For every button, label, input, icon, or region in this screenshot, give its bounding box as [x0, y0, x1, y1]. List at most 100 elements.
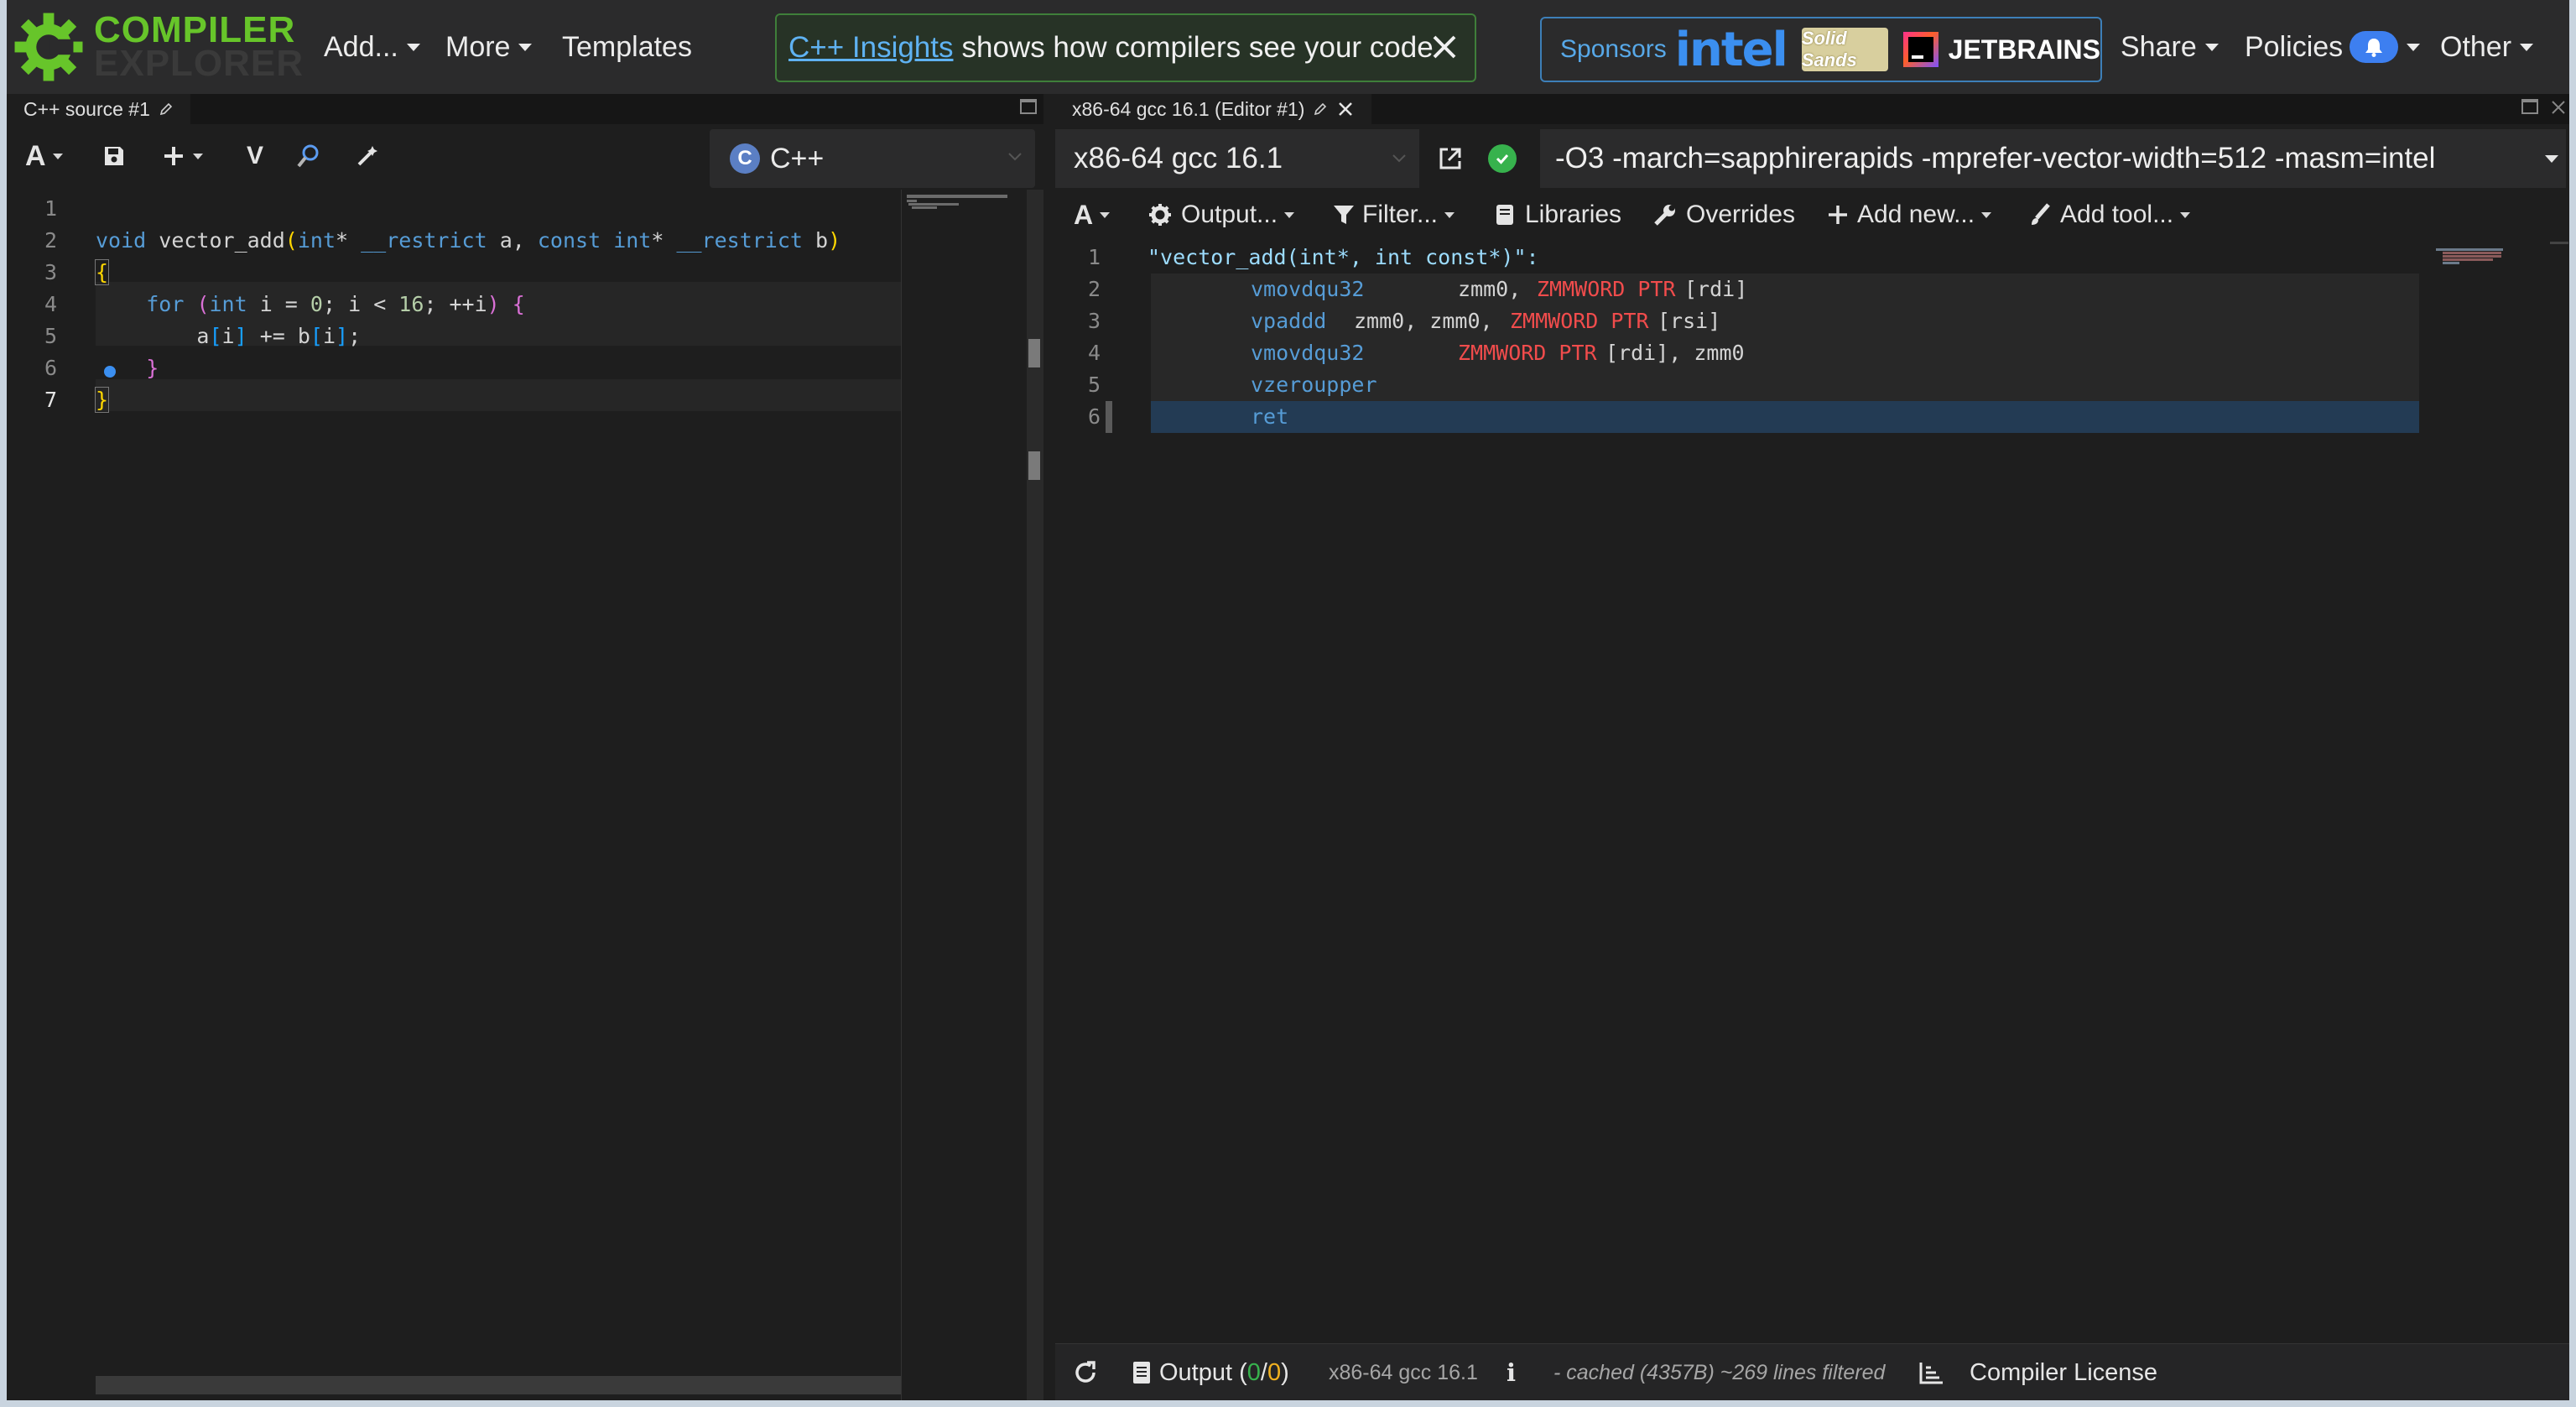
code-line-5: a[i] += b[i]; [96, 324, 362, 348]
sponsors-label: Sponsors [1560, 35, 1667, 63]
filter-icon [1334, 206, 1354, 224]
maximize-icon[interactable] [1020, 99, 1037, 114]
line-highlight [1151, 305, 2419, 337]
code-line-4: for (int i = 0; i < 16; ++i) { [146, 292, 525, 316]
assembly-vertical-scrollbar[interactable] [2550, 242, 2568, 1332]
assembly-output[interactable]: 1 2 3 4 5 6 "vector_add(int*, int const*… [1055, 242, 2569, 1332]
add-new-label: Add new... [1857, 201, 1975, 228]
other-menu[interactable]: Other [2440, 0, 2534, 94]
compiler-tab[interactable]: x86-64 gcc 16.1 (Editor #1) [1055, 94, 1372, 124]
chevron-down-icon [2545, 154, 2558, 163]
close-icon[interactable] [1336, 100, 1355, 118]
asm-instruction: vpaddd [1251, 309, 1327, 333]
font-a-icon: A [1074, 199, 1094, 230]
plus-icon [1829, 206, 1847, 224]
asm-line-number: 5 [1087, 373, 1101, 397]
compile-stats-button[interactable] [1919, 1344, 1944, 1400]
asm-instruction: vzeroupper [1251, 373, 1377, 397]
filter-button[interactable]: Filter... [1332, 188, 1455, 242]
chevron-down-icon [1392, 154, 1406, 163]
code-line-7: } [94, 387, 110, 413]
line-number: 6 [44, 356, 57, 380]
chevron-down-icon [2520, 43, 2534, 51]
recompile-button[interactable] [1072, 1344, 1099, 1400]
add-new-button[interactable]: Add new... [1827, 188, 1992, 242]
language-select[interactable]: C C++ [710, 129, 1035, 188]
vim-mode-button[interactable]: V [247, 124, 263, 188]
maximize-icon[interactable] [2521, 99, 2538, 114]
asm-operand: [rsi] [1657, 309, 1721, 333]
compiler-license-link[interactable]: Compiler License [1970, 1344, 2157, 1400]
assembly-minimap[interactable] [2419, 242, 2545, 1332]
add-tool-label: Add tool... [2060, 201, 2174, 228]
compiler-flags-input[interactable]: -O3 -march=sapphirerapids -mprefer-vecto… [1540, 129, 2542, 188]
policies-menu-label: Policies [2245, 30, 2344, 63]
overrides-button[interactable]: Overrides [1652, 188, 1795, 242]
output-error-count: 0 [1267, 1358, 1282, 1386]
more-menu[interactable]: More [445, 0, 533, 94]
chart-bar-icon [1919, 1363, 1943, 1384]
sponsors-box[interactable]: Sponsors intel Solid Sands JETBRAINS [1540, 17, 2102, 82]
app-window: COMPILER EXPLORER Add... More Templates … [7, 0, 2569, 1400]
close-pane-icon[interactable] [2550, 99, 2567, 116]
output-pane-button[interactable]: Output (0/0) [1132, 1344, 1289, 1400]
libraries-button[interactable]: Libraries [1495, 188, 1621, 242]
save-icon [105, 147, 123, 165]
output-close-paren: ) [1281, 1358, 1289, 1386]
intel-logo[interactable]: intel [1675, 23, 1788, 77]
pencil-icon[interactable] [1313, 102, 1328, 117]
top-navbar: COMPILER EXPLORER Add... More Templates … [7, 0, 2569, 94]
close-icon[interactable] [1426, 29, 1463, 65]
flags-dropdown-button[interactable] [2537, 129, 2566, 188]
font-size-button[interactable]: A [25, 124, 63, 188]
compiler-explorer-logo[interactable]: COMPILER EXPLORER [10, 8, 304, 86]
overrides-label: Overrides [1686, 201, 1796, 228]
asm-operand: zmm0, [1458, 277, 1522, 301]
policies-menu[interactable]: Policies [2245, 0, 2421, 94]
insights-link[interactable]: C++ Insights [788, 31, 954, 65]
templates-label: Templates [562, 30, 692, 63]
document-icon [1133, 1362, 1150, 1384]
solid-sands-logo[interactable]: Solid Sands [1801, 28, 1888, 71]
share-menu[interactable]: Share [2121, 0, 2219, 94]
asm-operand: [rdi] [1684, 277, 1748, 301]
asm-operand: [rdi], zmm0 [1605, 341, 1745, 365]
add-menu[interactable]: Add... [324, 0, 420, 94]
line-number: 7 [44, 388, 57, 412]
chevron-down-icon [193, 153, 203, 159]
panel-splitter[interactable] [1043, 94, 1055, 1400]
font-size-button[interactable]: A [1074, 188, 1111, 242]
search-button[interactable] [294, 124, 324, 188]
jetbrains-logo[interactable]: JETBRAINS [1902, 32, 2100, 67]
logo-text-line1: COMPILER [94, 9, 296, 50]
info-icon[interactable]: i [1507, 1344, 1516, 1400]
chevron-down-icon [518, 43, 533, 51]
source-code-editor[interactable]: 1 2 3 4 5 6 7 void vector_add(int* __res… [7, 190, 901, 1400]
asm-operand-ptr: ZMMWORD PTR [1537, 277, 1676, 301]
source-minimap[interactable] [901, 190, 1028, 1400]
font-a-icon: A [25, 139, 46, 172]
source-horizontal-scrollbar[interactable] [96, 1376, 901, 1394]
pencil-icon[interactable] [159, 102, 174, 117]
compiler-tab-title: x86-64 gcc 16.1 (Editor #1) [1072, 97, 1305, 120]
asm-label: "vector_add(int*, int const*)": [1147, 245, 1539, 269]
output-separator: / [1260, 1358, 1267, 1386]
jetbrains-icon [1902, 32, 1939, 67]
output-options-button[interactable]: Output... [1147, 188, 1295, 242]
compiler-bar: x86-64 gcc 16.1 -O3 -march=sapphirerapid… [1055, 129, 2569, 188]
code-line-2: void vector_add(int* __restrict a, const… [96, 228, 841, 253]
source-vertical-scrollbar[interactable] [1027, 190, 1043, 1400]
add-tool-button[interactable]: Add tool... [2028, 188, 2191, 242]
wrench-icon [1654, 205, 1675, 226]
templates-link[interactable]: Templates [562, 0, 692, 94]
chevron-down-icon [52, 153, 63, 159]
save-button[interactable] [102, 124, 126, 188]
add-pane-button[interactable] [161, 124, 203, 188]
gear-icon [1149, 204, 1171, 226]
quick-fix-button[interactable] [354, 124, 381, 188]
popout-icon[interactable] [1436, 144, 1465, 173]
source-tab[interactable]: C++ source #1 [7, 94, 190, 124]
breakpoint-dot-icon[interactable] [104, 366, 116, 378]
compiler-select[interactable]: x86-64 gcc 16.1 [1055, 129, 1419, 188]
asm-instruction: ret [1251, 404, 1289, 429]
